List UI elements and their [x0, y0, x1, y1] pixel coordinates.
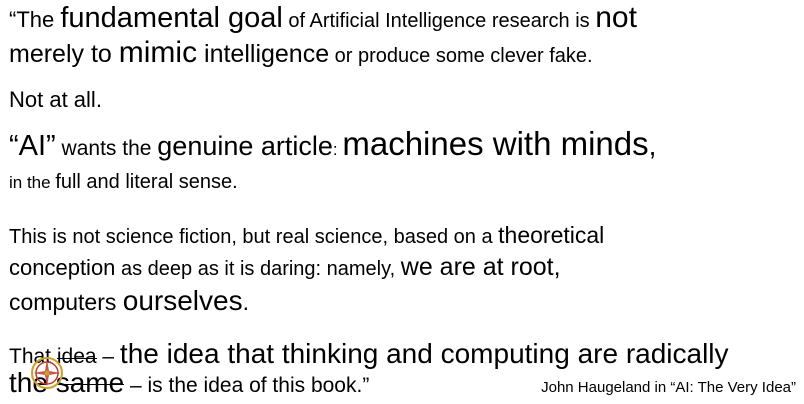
quote-emphasis: “AI”: [9, 130, 56, 162]
quote-line-3: Not at all.: [9, 87, 102, 112]
quote-text: :: [332, 140, 343, 159]
quote-line-7: conception as deep as it is daring: name…: [9, 255, 561, 280]
quote-text: .: [232, 171, 238, 193]
quote-line-5: in the full and literal sense.: [9, 172, 238, 192]
quote-text: in the: [9, 173, 56, 192]
quote-emphasis: theoretical: [498, 222, 605, 248]
quote-emphasis: machines with minds: [342, 125, 649, 162]
quote-emphasis: genuine article: [157, 131, 333, 161]
quote-emphasis: fundamental goal: [60, 2, 283, 34]
quote-emphasis: mimic: [118, 36, 198, 69]
quote-line-9: That idea – the idea that thinking and c…: [9, 340, 729, 368]
quote-text: merely to: [9, 40, 119, 68]
quote-text: – is the idea of this book.”: [124, 374, 370, 397]
quote-text: .: [242, 289, 249, 315]
quote-line-2: merely to mimic intelligence or produce …: [9, 38, 593, 68]
quote-text: of Artificial Intelligence research is: [282, 10, 596, 32]
quote-emphasis: ourselves: [122, 285, 243, 316]
quote-line-1: “The fundamental goal of Artificial Inte…: [9, 3, 637, 33]
quote-text: This is not science fiction, but real sc…: [9, 226, 499, 248]
quote-text: or produce some clever fake.: [329, 45, 593, 67]
quote-slide: “The fundamental goal of Artificial Inte…: [0, 0, 804, 404]
quote-line-8: computers ourselves.: [9, 287, 249, 315]
quote-line-4: “AI” wants the genuine article: machines…: [9, 127, 656, 161]
quote-text: as deep as it is daring: namely,: [115, 258, 401, 280]
quote-emphasis: not: [595, 1, 637, 34]
quote-struck-text: same: [55, 367, 125, 398]
attribution: John Haugeland in “AI: The Very Idea”: [541, 379, 796, 396]
quote-emphasis: the idea that thinking and computing are…: [119, 338, 729, 369]
quote-line-6: This is not science fiction, but real sc…: [9, 222, 605, 248]
quote-text: ,: [648, 130, 657, 161]
quote-emphasis: conception: [9, 255, 116, 280]
quote-text: “The: [9, 7, 61, 32]
quote-text: –: [96, 345, 120, 368]
compass-seal-icon: [31, 357, 63, 389]
quote-text: wants the: [55, 137, 158, 160]
quote-text: full and literal sense: [55, 171, 233, 193]
quote-text: computers: [9, 289, 123, 315]
quote-emphasis: we are at root,: [400, 253, 561, 281]
quote-text: intelligence: [197, 40, 330, 68]
